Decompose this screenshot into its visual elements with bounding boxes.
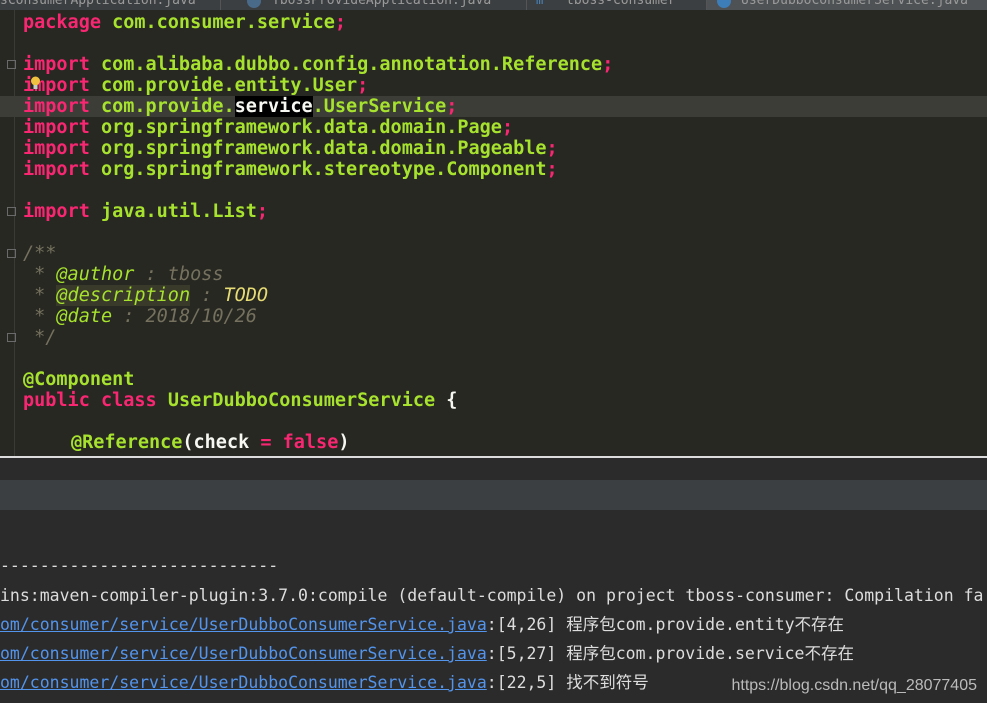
code-line-annotation: @Component <box>23 369 135 390</box>
source-file-link[interactable]: om/consumer/service/UserDubboConsumerSer… <box>0 644 487 663</box>
panel-toolbar <box>0 480 987 510</box>
code-line-import-error: import com.provide.service.UserService; <box>23 96 458 117</box>
console-error-row: om/consumer/service/UserDubboConsumerSer… <box>0 615 845 634</box>
source-file-link[interactable]: om/consumer/service/UserDubboConsumerSer… <box>0 673 487 692</box>
gutter-divider <box>14 10 15 456</box>
code-line-reference: @Reference(check = false) <box>71 432 350 453</box>
unresolved-symbol: service <box>234 96 313 117</box>
lightbulb-icon[interactable] <box>30 76 41 90</box>
tab-consumer-application[interactable]: sConsumerApplication.java <box>0 0 196 10</box>
code-editor[interactable]: package com.consumer.service; import com… <box>0 10 987 456</box>
tab-tboss-consumer[interactable]: tboss-consumer <box>566 0 676 10</box>
code-line-import: import com.alibaba.dubbo.config.annotati… <box>23 54 614 75</box>
code-line-import: import java.util.List; <box>23 201 269 222</box>
code-line-import: import org.springframework.data.domain.P… <box>23 117 514 138</box>
editor-tab-bar: sConsumerApplication.java TbossProvideAp… <box>0 0 987 10</box>
tab-separator <box>220 0 221 10</box>
code-line-import: import org.springframework.stereotype.Co… <box>23 159 558 180</box>
javadoc-close: */ <box>23 327 57 348</box>
javadoc-description: * @description : TODO <box>23 285 269 306</box>
tab-provide-application[interactable]: TbossProvideApplication.java <box>272 0 491 10</box>
fold-marker-icon[interactable] <box>7 207 16 216</box>
javadoc-open: /** <box>23 243 57 264</box>
tab-user-dubbo-consumer-service[interactable]: UserDubboConsumerService.java <box>707 0 987 10</box>
build-console: ---------------------------- ins:maven-c… <box>0 510 987 703</box>
console-error-row: om/consumer/service/UserDubboConsumerSer… <box>0 673 649 692</box>
code-line-import: import com.provide.entity.User; <box>23 75 369 96</box>
spring-boot-icon <box>247 0 261 8</box>
javadoc-date: * @date : 2018/10/26 <box>23 306 257 327</box>
console-error-line: ins:maven-compiler-plugin:3.7.0:compile … <box>0 586 984 605</box>
javadoc-author: * @author : tboss <box>23 264 224 285</box>
fold-marker-icon[interactable] <box>7 249 16 258</box>
code-line-import: import org.springframework.data.domain.P… <box>23 138 558 159</box>
code-line-package: package com.consumer.service; <box>23 12 347 33</box>
watermark: https://blog.csdn.net/qq_28077405 <box>731 677 977 694</box>
console-error-row: om/consumer/service/UserDubboConsumerSer… <box>0 644 854 663</box>
tab-separator <box>526 0 527 10</box>
maven-module-icon: m <box>536 0 544 7</box>
code-line-class-declaration: public class UserDubboConsumerService { <box>23 390 458 411</box>
console-separator: ---------------------------- <box>0 556 279 575</box>
source-file-link[interactable]: om/consumer/service/UserDubboConsumerSer… <box>0 615 487 634</box>
panel-header <box>0 458 987 480</box>
java-class-icon <box>717 0 731 8</box>
fold-marker-icon[interactable] <box>7 60 16 69</box>
fold-marker-icon[interactable] <box>7 333 16 342</box>
